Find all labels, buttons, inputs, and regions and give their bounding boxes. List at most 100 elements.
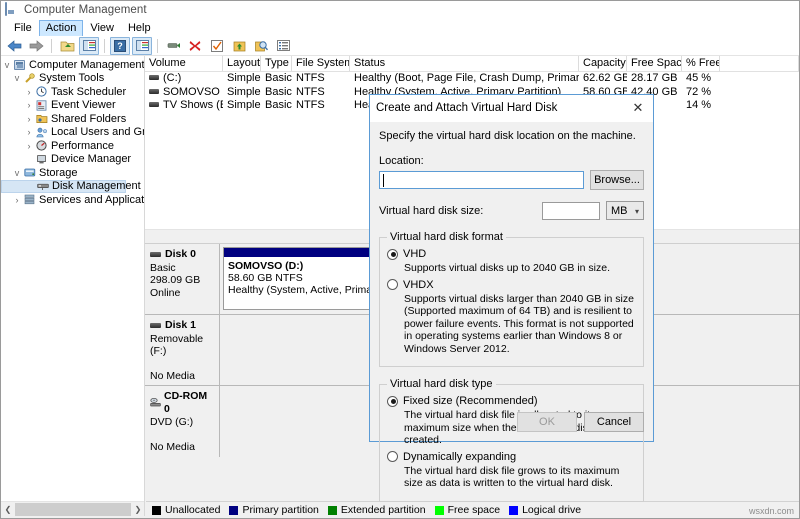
menu-action[interactable]: Action — [38, 20, 84, 36]
computer-management-window: Computer Management File Action View Hel… — [0, 0, 800, 519]
performance-icon — [35, 140, 48, 152]
cell-type: Basic — [265, 85, 292, 98]
location-input[interactable] — [379, 171, 584, 189]
menu-help[interactable]: Help — [121, 20, 158, 36]
size-input[interactable] — [542, 201, 600, 220]
sidebar-item-performance[interactable]: › Performance — [1, 139, 144, 153]
users-icon — [35, 126, 48, 138]
check-task-icon[interactable] — [207, 37, 227, 55]
up-folder-icon[interactable] — [57, 37, 77, 55]
clock-icon — [35, 86, 48, 98]
dialog-title: Create and Attach Virtual Hard Disk — [376, 102, 558, 114]
expand-chevron-icon[interactable]: › — [23, 141, 35, 151]
radio-button-icon[interactable] — [387, 248, 398, 260]
column-header-capacity[interactable]: Capacity — [579, 56, 627, 71]
vhd-type-group: Virtual hard disk type Fixed size (Recom… — [379, 378, 644, 502]
expand-chevron-icon[interactable]: › — [23, 87, 35, 97]
scroll-thumb[interactable] — [15, 502, 131, 516]
radio-fixed-size[interactable]: Fixed size (Recommended) — [387, 395, 636, 407]
show-hide-console-tree-icon[interactable] — [79, 36, 99, 55]
browse-button[interactable]: Browse... — [590, 170, 644, 190]
sidebar-item-task-scheduler[interactable]: › Task Scheduler — [1, 85, 144, 99]
delete-icon[interactable] — [185, 37, 205, 55]
menu-file[interactable]: File — [7, 20, 39, 36]
column-header-volume[interactable]: Volume — [145, 56, 223, 71]
vhd-format-group: Virtual hard disk format VHD Supports vi… — [379, 231, 644, 367]
radio-vhdx[interactable]: VHDX — [387, 279, 636, 291]
scroll-left-icon[interactable]: ❮ — [1, 502, 15, 516]
back-arrow-icon[interactable] — [4, 37, 24, 55]
disk-name: Disk 0 — [165, 248, 196, 260]
expand-chevron-icon[interactable]: › — [23, 100, 35, 110]
sidebar-item-shared-folders[interactable]: › Shared Folders — [1, 112, 144, 126]
sidebar-label: Device Manager — [51, 153, 132, 166]
forward-arrow-icon[interactable] — [26, 37, 46, 55]
unit-select[interactable]: MB ▾ — [606, 201, 644, 220]
sidebar-item-disk-management[interactable]: Disk Management — [1, 179, 141, 193]
tree-root-computer-management[interactable]: v Computer Management (Local — [1, 58, 144, 72]
help-icon[interactable]: ? — [110, 36, 130, 55]
refresh-icon[interactable] — [163, 37, 183, 55]
radio-button-icon[interactable] — [387, 451, 398, 462]
expand-chevron-icon[interactable]: v — [11, 168, 23, 178]
partition-primary[interactable]: SOMOVSO (D:) 58.60 GB NTFS Healthy (Syst… — [223, 247, 371, 310]
volume-list-header: Volume Layout Type File System Status Ca… — [145, 56, 799, 72]
cdrom-icon — [150, 397, 161, 407]
sidebar-label: Task Scheduler — [51, 85, 127, 98]
new-volume-icon[interactable] — [229, 37, 249, 55]
expand-chevron-icon[interactable]: › — [23, 114, 35, 124]
expand-chevron-icon[interactable]: v — [1, 60, 13, 70]
sidebar-item-local-users-and-groups[interactable]: › Local Users and Groups — [1, 126, 145, 140]
radio-button-icon[interactable] — [387, 279, 398, 290]
close-icon[interactable]: ✕ — [623, 95, 653, 121]
cell-volume: (C:) — [163, 72, 182, 85]
column-header-status[interactable]: Status — [350, 56, 579, 71]
radio-vhd[interactable]: VHD — [387, 248, 636, 260]
svg-text:?: ? — [117, 41, 123, 51]
dialog-subtitle: Specify the virtual hard disk location o… — [379, 130, 636, 142]
column-header-layout[interactable]: Layout — [223, 56, 261, 71]
sidebar-item-storage[interactable]: v Storage — [1, 166, 144, 180]
expand-chevron-icon[interactable]: › — [11, 195, 23, 205]
cell-percent-free: 14 % — [686, 99, 712, 112]
menu-view[interactable]: View — [83, 20, 121, 36]
expand-chevron-icon[interactable]: v — [11, 73, 23, 83]
column-header-percent-free[interactable]: % Free — [682, 56, 720, 71]
ok-button[interactable]: OK — [517, 412, 577, 432]
search-disk-icon[interactable] — [251, 37, 271, 55]
sidebar-label: Shared Folders — [51, 112, 127, 125]
sidebar-item-event-viewer[interactable]: › Event Viewer — [1, 99, 144, 113]
legend-label: Primary partition — [242, 504, 319, 516]
column-header-type[interactable]: Type — [261, 56, 292, 71]
list-view-icon[interactable] — [273, 37, 293, 55]
chevron-down-icon[interactable]: ▾ — [635, 207, 639, 216]
cell-layout: Simple — [227, 99, 261, 112]
expand-chevron-icon[interactable]: › — [23, 127, 35, 137]
cancel-button[interactable]: Cancel — [584, 412, 644, 432]
sidebar-item-system-tools[interactable]: v System Tools — [1, 72, 144, 86]
sidebar-item-device-manager[interactable]: Device Manager — [1, 153, 144, 167]
dialog-footer: OK Cancel — [517, 412, 644, 432]
disk-info-0: Disk 0 Basic 298.09 GB Online — [145, 244, 220, 314]
legend-swatch — [327, 505, 337, 515]
vhdx-description: Supports virtual disks larger than 2040 … — [404, 292, 634, 355]
table-row[interactable]: (C:) Simple Basic NTFS Healthy (Boot, Pa… — [145, 72, 799, 86]
disk-icon — [150, 251, 161, 257]
cell-capacity: 62.62 GB — [583, 72, 627, 85]
properties-grid-icon[interactable] — [132, 36, 152, 55]
radio-button-icon[interactable] — [387, 395, 398, 407]
radio-dynamically-expanding[interactable]: Dynamically expanding — [387, 451, 636, 463]
tree-horizontal-scrollbar[interactable]: ❮ ❯ — [1, 501, 144, 516]
legend-swatch — [434, 505, 444, 515]
size-row: Virtual hard disk size: MB ▾ — [379, 201, 644, 220]
mmc-console-icon — [5, 2, 19, 17]
device-manager-icon — [35, 153, 48, 165]
column-header-free-space[interactable]: Free Space — [627, 56, 682, 71]
partition-color-bar — [224, 248, 370, 257]
dynamic-description: The virtual hard disk file grows to its … — [404, 464, 620, 490]
sidebar-item-services-and-applications[interactable]: › Services and Applications — [1, 193, 145, 207]
sidebar-label: System Tools — [39, 72, 105, 85]
column-header-file-system[interactable]: File System — [292, 56, 350, 71]
disk-type: Removable (F:) — [150, 332, 204, 358]
scroll-right-icon[interactable]: ❯ — [131, 502, 144, 516]
